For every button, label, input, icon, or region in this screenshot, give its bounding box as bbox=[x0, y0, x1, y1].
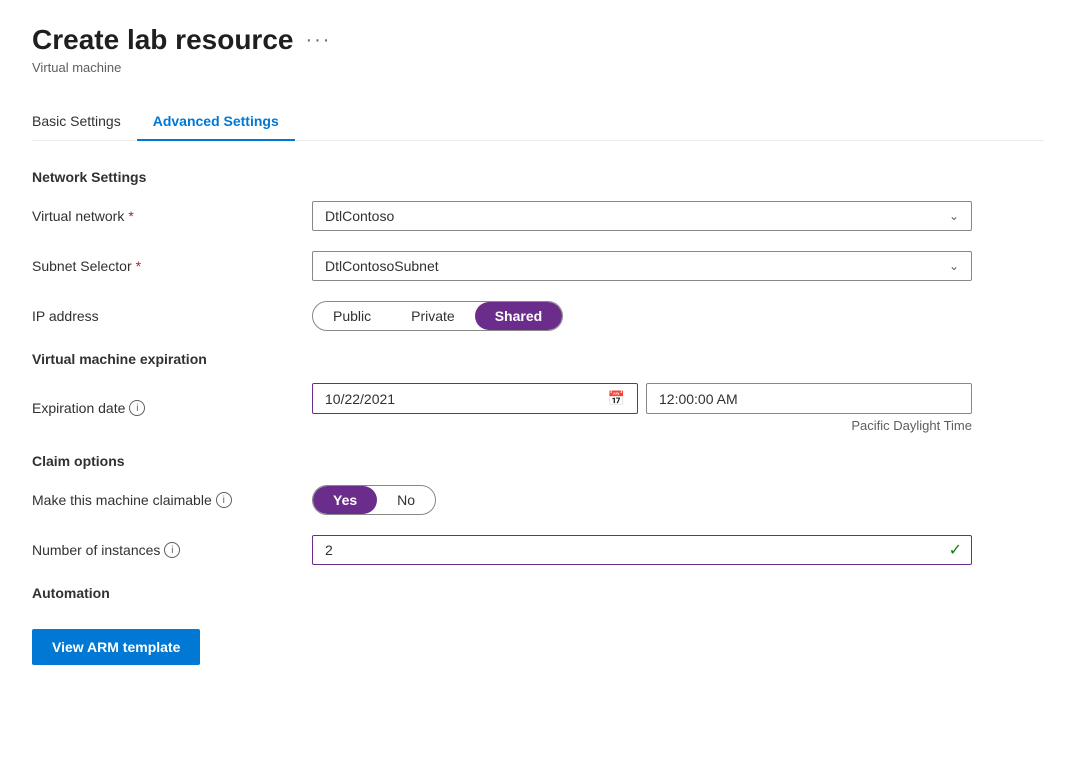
timezone-label: Pacific Daylight Time bbox=[312, 418, 972, 433]
subnet-selector-control: DtlContosoSubnet ⌄ bbox=[312, 251, 972, 281]
date-value: 10/22/2021 bbox=[325, 391, 395, 407]
required-indicator: * bbox=[128, 208, 133, 224]
instances-label: Number of instances i bbox=[32, 542, 312, 558]
claimable-row: Make this machine claimable i Yes No bbox=[32, 485, 1044, 515]
page-subtitle: Virtual machine bbox=[32, 60, 1044, 75]
virtual-network-row: Virtual network * DtlContoso ⌄ bbox=[32, 201, 1044, 231]
expiration-date-control: 10/22/2021 📅 12:00:00 AM Pacific Dayligh… bbox=[312, 383, 972, 433]
virtual-network-chevron-icon: ⌄ bbox=[949, 209, 959, 223]
subnet-selector-label: Subnet Selector * bbox=[32, 258, 312, 274]
expiration-date-label: Expiration date i bbox=[32, 400, 312, 416]
claimable-toggle: Yes No bbox=[312, 485, 436, 515]
automation-section: Automation View ARM template bbox=[32, 585, 1044, 665]
tab-bar: Basic Settings Advanced Settings bbox=[32, 103, 1044, 141]
network-settings-section: Network Settings Virtual network * DtlCo… bbox=[32, 169, 1044, 331]
instances-row: Number of instances i ✓ bbox=[32, 535, 1044, 565]
tab-basic[interactable]: Basic Settings bbox=[32, 103, 137, 141]
subnet-chevron-icon: ⌄ bbox=[949, 259, 959, 273]
instances-input-wrapper: ✓ bbox=[312, 535, 972, 565]
claimable-no-option[interactable]: No bbox=[377, 486, 435, 514]
ip-address-label: IP address bbox=[32, 308, 312, 324]
claimable-info-icon[interactable]: i bbox=[216, 492, 232, 508]
network-settings-title: Network Settings bbox=[32, 169, 1044, 185]
expiration-time-input[interactable]: 12:00:00 AM bbox=[646, 383, 972, 414]
content-area: Network Settings Virtual network * DtlCo… bbox=[32, 169, 1044, 665]
expiration-date-input[interactable]: 10/22/2021 📅 bbox=[312, 383, 638, 414]
expiration-section: Virtual machine expiration Expiration da… bbox=[32, 351, 1044, 433]
claimable-yes-option[interactable]: Yes bbox=[313, 486, 377, 514]
virtual-network-control: DtlContoso ⌄ bbox=[312, 201, 972, 231]
claimable-label: Make this machine claimable i bbox=[32, 492, 312, 508]
virtual-network-dropdown[interactable]: DtlContoso ⌄ bbox=[312, 201, 972, 231]
time-value: 12:00:00 AM bbox=[659, 391, 738, 407]
view-arm-button[interactable]: View ARM template bbox=[32, 629, 200, 665]
page-title: Create lab resource bbox=[32, 24, 293, 56]
ip-shared-option[interactable]: Shared bbox=[475, 302, 562, 330]
page-header: Create lab resource ··· Virtual machine bbox=[32, 24, 1044, 75]
subnet-required-indicator: * bbox=[136, 258, 141, 274]
ip-address-row: IP address Public Private Shared bbox=[32, 301, 1044, 331]
instances-input[interactable] bbox=[312, 535, 972, 565]
expiration-title: Virtual machine expiration bbox=[32, 351, 1044, 367]
claim-options-title: Claim options bbox=[32, 453, 1044, 469]
expiration-date-row: Expiration date i 10/22/2021 📅 12:00:00 … bbox=[32, 383, 1044, 433]
ip-address-control: Public Private Shared bbox=[312, 301, 972, 331]
tab-advanced[interactable]: Advanced Settings bbox=[137, 103, 295, 141]
virtual-network-label: Virtual network * bbox=[32, 208, 312, 224]
ip-public-option[interactable]: Public bbox=[313, 302, 391, 330]
ip-private-option[interactable]: Private bbox=[391, 302, 475, 330]
instances-info-icon[interactable]: i bbox=[164, 542, 180, 558]
more-options-icon[interactable]: ··· bbox=[305, 29, 331, 52]
calendar-icon: 📅 bbox=[608, 390, 625, 407]
subnet-selector-row: Subnet Selector * DtlContosoSubnet ⌄ bbox=[32, 251, 1044, 281]
instances-control: ✓ bbox=[312, 535, 972, 565]
instances-check-icon: ✓ bbox=[949, 540, 962, 560]
subnet-selector-value: DtlContosoSubnet bbox=[325, 258, 439, 274]
date-time-row: 10/22/2021 📅 12:00:00 AM bbox=[312, 383, 972, 414]
ip-address-toggle: Public Private Shared bbox=[312, 301, 563, 331]
expiration-info-icon[interactable]: i bbox=[129, 400, 145, 416]
automation-title: Automation bbox=[32, 585, 1044, 601]
claim-options-section: Claim options Make this machine claimabl… bbox=[32, 453, 1044, 565]
subnet-selector-dropdown[interactable]: DtlContosoSubnet ⌄ bbox=[312, 251, 972, 281]
claimable-control: Yes No bbox=[312, 485, 972, 515]
virtual-network-value: DtlContoso bbox=[325, 208, 394, 224]
